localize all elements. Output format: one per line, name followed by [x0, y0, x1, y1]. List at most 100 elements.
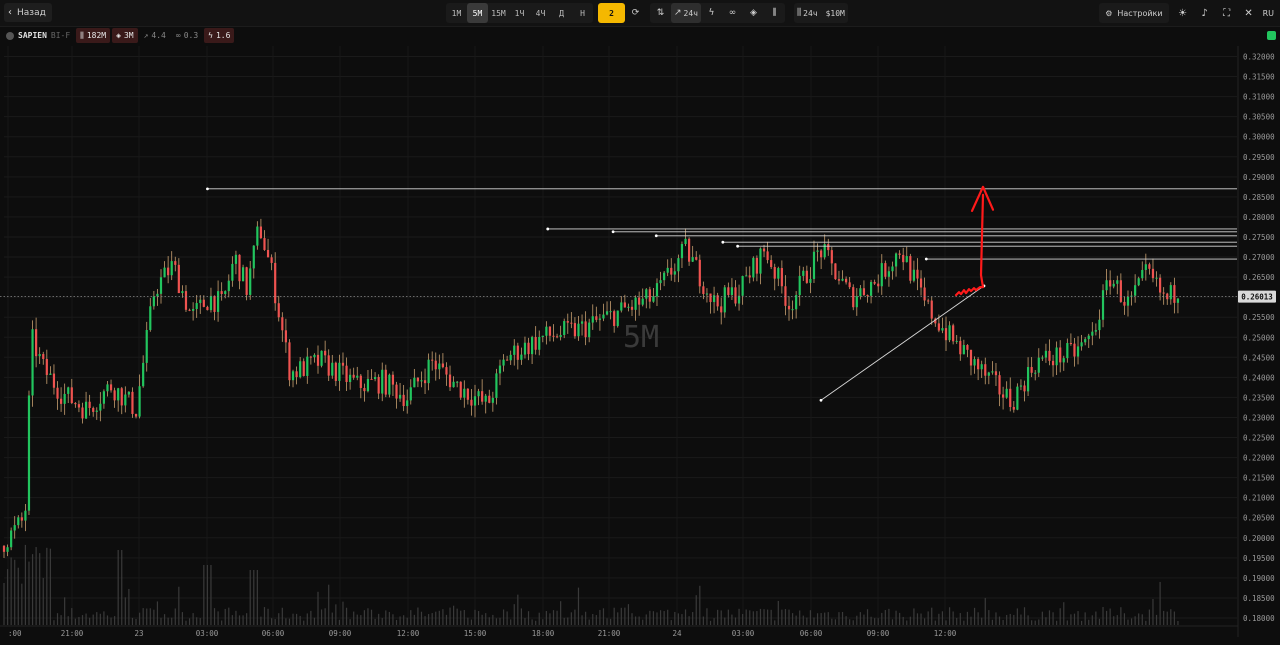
- timeframe-week[interactable]: Н: [572, 3, 593, 23]
- candle-body: [466, 388, 469, 400]
- volume-bar: [859, 612, 861, 625]
- candle-body: [45, 358, 48, 375]
- candle-body: [962, 345, 965, 355]
- trendline-anchor: [819, 398, 823, 402]
- sort-icon[interactable]: ⇅: [650, 3, 671, 23]
- candle-body: [252, 245, 255, 269]
- candle-body: [295, 371, 298, 378]
- volume-bar: [670, 620, 672, 625]
- candle-body: [27, 395, 31, 511]
- change-chip[interactable]: ↗ 4.4: [140, 28, 170, 43]
- volume-bar: [1091, 615, 1093, 625]
- multi-chart-button[interactable]: 2: [598, 3, 625, 23]
- volume-bar: [856, 615, 858, 625]
- bar-chart-icon: ⫼: [797, 8, 802, 18]
- volume-bar: [192, 613, 194, 625]
- volume-bar: [435, 611, 437, 625]
- price-tick-label: 0.24500: [1243, 353, 1275, 362]
- candle-body: [648, 289, 651, 302]
- price-chart[interactable]: 0.32000 0.31500 0.31000 0.30500 0.30000 0.295…: [0, 0, 1280, 645]
- volume-bar: [338, 619, 341, 625]
- candle-body: [780, 268, 783, 287]
- candle-body: [1109, 280, 1112, 287]
- candle-body: [830, 250, 833, 264]
- candle-body: [545, 326, 548, 336]
- volume-bar: [545, 610, 547, 625]
- spark-chip[interactable]: ϟ 1.6: [204, 28, 235, 43]
- lightning-icon[interactable]: ϟ: [701, 3, 722, 23]
- bars-icon[interactable]: ⫼: [764, 3, 785, 23]
- candle-body: [488, 395, 491, 403]
- candle-body: [184, 291, 188, 310]
- price-axis: 0.32000 0.31500 0.31000 0.30500 0.30000 0.295…: [1237, 46, 1275, 637]
- language-button[interactable]: RU: [1263, 9, 1274, 18]
- link-chip[interactable]: ∞ 0.3: [172, 28, 202, 43]
- candle-body: [580, 321, 584, 324]
- speaker-icon[interactable]: ♪: [1197, 8, 1213, 19]
- price-tick-label: 0.22500: [1243, 434, 1275, 443]
- volume-bar: [520, 608, 522, 625]
- volume-bar: [784, 609, 787, 625]
- candle-body: [734, 287, 737, 304]
- candle-body: [834, 263, 837, 280]
- volume-bar: [128, 588, 130, 625]
- candle-body: [845, 278, 848, 283]
- candle-body: [902, 254, 905, 263]
- volume-chip[interactable]: ⫼ 182M: [76, 28, 111, 43]
- symbol-selector[interactable]: SAPIEN BI-F: [0, 31, 76, 40]
- volume-bar: [174, 608, 176, 625]
- timeframe-5m[interactable]: 5М: [467, 3, 488, 23]
- close-icon[interactable]: ✕: [1241, 8, 1257, 19]
- timeframe-1h[interactable]: 1Ч: [509, 3, 530, 23]
- sun-icon[interactable]: ☀: [1175, 8, 1191, 19]
- oi-chip[interactable]: ◈ 3M: [112, 28, 138, 43]
- shield-icon[interactable]: ◈: [743, 3, 764, 23]
- refresh-icon[interactable]: ⟳: [625, 3, 646, 23]
- trend-period-button[interactable]: ↗ 24ч: [671, 3, 701, 23]
- settings-button[interactable]: ⚙ Настройки: [1099, 3, 1169, 23]
- candle-body: [613, 311, 616, 326]
- candle-body: [263, 238, 266, 250]
- candle-body: [427, 359, 430, 384]
- volume-value[interactable]: $10M: [821, 3, 848, 23]
- timeframe-15m[interactable]: 15М: [488, 3, 509, 23]
- candle-body: [1101, 290, 1105, 320]
- candle-body: [441, 363, 444, 368]
- timeframe-day[interactable]: Д: [551, 3, 572, 23]
- price-tick-label: 0.23000: [1243, 413, 1275, 422]
- candle-body: [216, 291, 220, 312]
- candle-body: [944, 328, 948, 341]
- volume-stat[interactable]: ⫼ 24ч: [794, 3, 821, 23]
- candle-body: [274, 262, 277, 304]
- projection-arrow: [954, 185, 995, 297]
- candle-body: [245, 267, 248, 295]
- volume-bar: [663, 611, 665, 625]
- price-tick-label: 0.32000: [1243, 53, 1275, 62]
- volume-bar: [17, 567, 19, 625]
- current-price-label: 0.26013: [1241, 293, 1273, 302]
- candle-body: [784, 286, 787, 306]
- timeframe-4h[interactable]: 4Ч: [530, 3, 551, 23]
- volume-bar: [742, 614, 744, 625]
- candle-body: [291, 371, 295, 381]
- stats-volume-label: $10M: [825, 8, 845, 18]
- candle-body: [791, 309, 794, 311]
- accent-group: 2 ⟳: [598, 3, 646, 23]
- back-button[interactable]: ‹ Назад: [4, 3, 52, 22]
- candle-body: [495, 373, 498, 398]
- candle-body: [1037, 357, 1040, 373]
- volume-bar: [42, 577, 44, 625]
- candle-body: [10, 530, 13, 548]
- volume-bar: [428, 614, 430, 625]
- fullscreen-icon[interactable]: ⛶: [1219, 8, 1235, 19]
- candle-body: [891, 266, 894, 272]
- volume-bar: [1038, 619, 1040, 625]
- candle-body: [752, 257, 755, 278]
- symbol-info-bar: SAPIEN BI-F ⫼ 182M ◈ 3M ↗ 4.4 ∞ 0.3 ϟ 1.…: [0, 27, 1280, 44]
- volume-bar: [788, 609, 790, 625]
- candle-body: [366, 378, 370, 392]
- candle-body: [520, 354, 523, 360]
- timeframe-1m[interactable]: 1М: [446, 3, 467, 23]
- volume-bar: [353, 611, 355, 625]
- link-icon[interactable]: ∞: [722, 3, 743, 23]
